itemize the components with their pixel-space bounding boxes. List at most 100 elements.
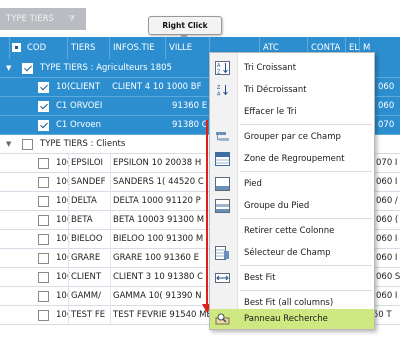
- menu-item-group-panel[interactable]: Zone de Regroupement: [210, 148, 374, 170]
- cell-tail: 060 /: [376, 196, 398, 206]
- menu-item-sort-descending[interactable]: ZA Tri Décroissant: [210, 79, 374, 101]
- right-click-tooltip: Right Click: [148, 16, 222, 40]
- cell-tail: 060 I: [376, 253, 398, 263]
- menu-item-label: Zone de Regroupement: [244, 154, 345, 164]
- cell-tail: 060: [378, 82, 395, 92]
- menu-item-remove-column[interactable]: Retirer cette Colonne: [210, 220, 374, 242]
- cell-tiers: EPSILOI: [68, 154, 110, 173]
- svg-text:Z: Z: [217, 85, 221, 91]
- menu-separator: [240, 218, 372, 219]
- menu-item-footer[interactable]: Pied: [210, 173, 374, 195]
- column-header-infos-tie[interactable]: INFOS.TIE: [110, 37, 166, 59]
- cell-tail: 060: [378, 101, 395, 111]
- row-checkbox[interactable]: [38, 272, 49, 283]
- cell-tiers: GAMM/: [68, 287, 110, 306]
- group-chip-type-tiers[interactable]: TYPE TIERS ⧩: [0, 8, 86, 30]
- cell-infos: 91380 C: [172, 120, 208, 130]
- menu-item-label: Grouper par ce Champ: [244, 132, 341, 142]
- cell-infos: 91360 E: [172, 101, 208, 111]
- cell-infos: BETA 10003 91300 M: [110, 211, 210, 230]
- find-panel-icon: [215, 312, 230, 326]
- menu-item-find-panel[interactable]: Panneau Recherche: [210, 309, 374, 329]
- svg-text:A: A: [217, 92, 221, 98]
- cell-tiers: ORVOEI: [70, 101, 103, 111]
- row-checkbox[interactable]: [38, 120, 49, 131]
- row-checkbox[interactable]: [38, 177, 49, 188]
- cell-tail: 060 I: [376, 177, 398, 187]
- group-by-panel: TYPE TIERS ⧩ Right Click: [0, 0, 400, 40]
- menu-item-label: Best Fit: [244, 273, 276, 283]
- row-checkbox[interactable]: [38, 158, 49, 169]
- menu-separator: [240, 290, 372, 291]
- cell-tail: 060 (: [376, 215, 399, 225]
- menu-item-group-by-field[interactable]: Grouper par ce Champ: [210, 126, 374, 148]
- column-header-cod[interactable]: COD: [24, 37, 68, 59]
- collapse-caret-icon[interactable]: ▼: [6, 140, 11, 148]
- menu-item-group-footer[interactable]: Groupe du Pied: [210, 195, 374, 217]
- cell-tiers: Orvoen: [70, 120, 102, 130]
- menu-item-label: Tri Croissant: [244, 63, 297, 73]
- group-panel-icon: [215, 152, 230, 166]
- row-checkbox[interactable]: [38, 310, 49, 321]
- svg-text:A: A: [217, 63, 221, 69]
- menu-item-label: Pied: [244, 179, 262, 189]
- menu-item-label: Tri Décroissant: [244, 85, 307, 95]
- footer-icon: [215, 177, 230, 191]
- cell-infos: SANDERS 1( 44520 C: [110, 173, 210, 192]
- cell-tail: 060 S: [376, 272, 400, 282]
- cell-infos: DELTA 1000 91120 P: [110, 192, 210, 211]
- cell-tail: 070: [378, 120, 395, 130]
- header-indicator: [0, 37, 10, 59]
- cell-tiers: TEST FE: [68, 306, 110, 325]
- row-checkbox[interactable]: [38, 101, 49, 112]
- cell-tiers: GRARE: [68, 249, 110, 268]
- row-checkbox[interactable]: [38, 291, 49, 302]
- menu-separator: [240, 124, 372, 125]
- row-checkbox[interactable]: [38, 253, 49, 264]
- cell-tiers: CLIENT: [68, 268, 110, 287]
- cell-tiers: SANDEF: [68, 173, 110, 192]
- menu-item-label: Effacer le Tri: [244, 107, 297, 117]
- menu-item-label: Sélecteur de Champ: [244, 248, 331, 258]
- group-footer-icon: [215, 199, 230, 213]
- column-header-ville[interactable]: VILLE: [166, 37, 210, 59]
- menu-item-label: Panneau Recherche: [244, 314, 328, 324]
- menu-separator: [240, 265, 372, 266]
- menu-item-label: Retirer cette Colonne: [244, 226, 335, 236]
- cell-infos: GAMMA 10( 91390 N: [110, 287, 210, 306]
- cell-tail: 060 I: [376, 234, 398, 244]
- menu-item-label: Groupe du Pied: [244, 201, 310, 211]
- red-arrow-annotation: [206, 120, 208, 306]
- cell-tiers: DELTA: [68, 192, 110, 211]
- group-title: TYPE TIERS : Agriculteurs 1805: [40, 63, 172, 73]
- menu-item-clear-sort[interactable]: Effacer le Tri: [210, 101, 374, 123]
- cell-infos: CLIENT 3 10 91380 C: [110, 268, 210, 287]
- best-fit-icon: [215, 271, 230, 285]
- row-checkbox[interactable]: [38, 196, 49, 207]
- group-checkbox[interactable]: [22, 63, 33, 74]
- group-by-field-icon: [215, 130, 230, 144]
- menu-item-sort-ascending[interactable]: AZ Tri Croissant: [210, 57, 374, 79]
- group-title: TYPE TIERS : Clients: [40, 139, 126, 149]
- row-checkbox[interactable]: [38, 82, 49, 93]
- row-checkbox[interactable]: [38, 215, 49, 226]
- svg-text:Z: Z: [217, 70, 221, 76]
- column-chooser-icon: [215, 246, 230, 260]
- group-chip-label: TYPE TIERS: [6, 14, 54, 24]
- cell-tiers: BETA: [68, 211, 110, 230]
- row-checkbox[interactable]: [38, 234, 49, 245]
- filter-icon[interactable]: ⧩: [68, 14, 78, 23]
- menu-separator: [240, 171, 372, 172]
- select-all-checkbox[interactable]: [12, 43, 21, 52]
- cell-tiers: CLIENT: [70, 82, 101, 92]
- column-context-menu: AZ Tri Croissant ZA Tri Décroissant Effa…: [209, 52, 375, 330]
- menu-item-best-fit[interactable]: Best Fit: [210, 267, 374, 289]
- sort-ascending-icon: AZ: [215, 61, 230, 76]
- group-checkbox[interactable]: [22, 139, 33, 150]
- menu-item-column-chooser[interactable]: Sélecteur de Champ: [210, 242, 374, 264]
- cell-tail: 060 I: [376, 291, 398, 301]
- cell-infos: CLIENT 4 10 1000 BF: [112, 82, 202, 92]
- column-header-tiers[interactable]: TIERS: [68, 37, 110, 59]
- collapse-caret-icon[interactable]: ▼: [6, 64, 11, 72]
- cell-infos: EPSILON 10 20038 H: [110, 154, 210, 173]
